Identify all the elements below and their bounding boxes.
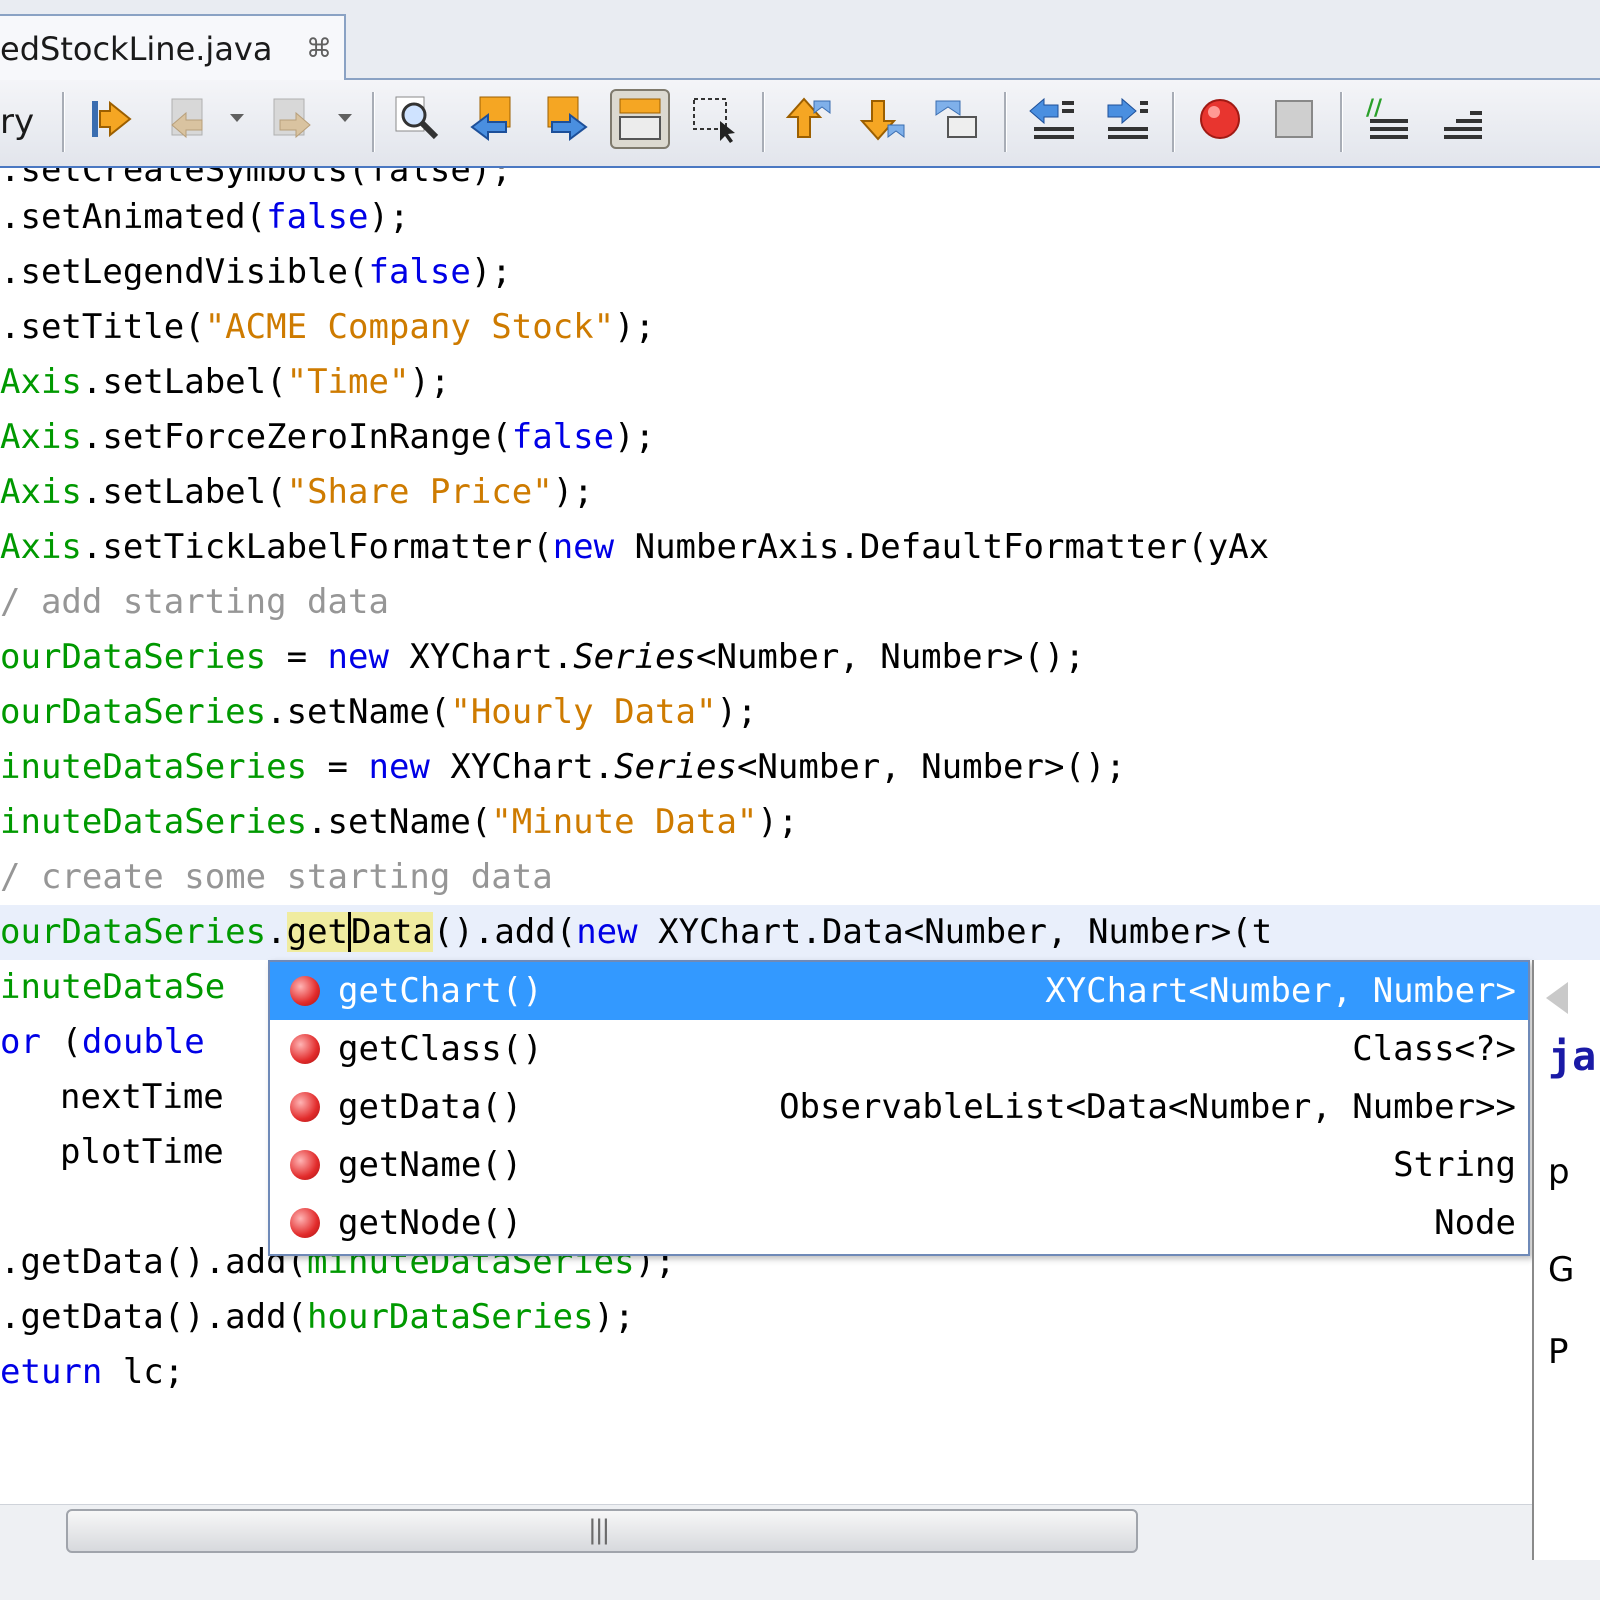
method-icon: [290, 1150, 320, 1180]
grip-icon: |||: [588, 1515, 610, 1545]
completion-item-getchart[interactable]: getChart() XYChart<Number, Number>: [270, 962, 1528, 1020]
code-line[interactable]: Axis.setTickLabelFormatter(new NumberAxi…: [0, 520, 1269, 575]
back-icon[interactable]: [160, 89, 220, 149]
back-dropdown-icon[interactable]: [230, 114, 244, 122]
method-icon: [290, 976, 320, 1006]
start-macro-icon[interactable]: [1190, 89, 1250, 149]
completion-item-getnode[interactable]: getNode() Node: [270, 1194, 1528, 1252]
doc-back-arrow-icon[interactable]: [1546, 982, 1568, 1014]
code-line[interactable]: or (double: [0, 1015, 225, 1070]
comment-icon[interactable]: //: [1358, 89, 1418, 149]
javadoc-panel: ja p G P: [1532, 960, 1600, 1560]
toolbar-history-label[interactable]: ry: [0, 102, 34, 142]
scrollbar-thumb[interactable]: |||: [66, 1509, 1138, 1553]
code-line[interactable]: Axis.setLabel("Share Price");: [0, 465, 594, 520]
editor-tab-bar: edStockLine.java ⌘: [0, 0, 1600, 80]
close-tab-icon[interactable]: ⌘: [306, 34, 332, 64]
code-line[interactable]: ourDataSeries.setName("Hourly Data");: [0, 685, 757, 740]
code-line[interactable]: Axis.setLabel("Time");: [0, 355, 450, 410]
code-line[interactable]: inuteDataSeries = new XYChart.Series<Num…: [0, 740, 1126, 795]
editor-footer: [0, 1560, 1600, 1600]
code-completion-popup: getChart() XYChart<Number, Number> getCl…: [268, 960, 1530, 1256]
last-edit-icon[interactable]: [82, 89, 142, 149]
code-line[interactable]: .getData().add(hourDataSeries);: [0, 1290, 635, 1345]
forward-dropdown-icon[interactable]: [338, 114, 352, 122]
text-caret: Data: [348, 912, 433, 952]
svg-text://: //: [1366, 96, 1383, 121]
previous-bookmark-icon[interactable]: [778, 89, 838, 149]
find-previous-icon[interactable]: [462, 89, 522, 149]
toolbar-separator: [62, 92, 64, 152]
shift-left-icon[interactable]: [1022, 89, 1082, 149]
editor-tab[interactable]: edStockLine.java ⌘: [0, 14, 346, 80]
shift-right-icon[interactable]: [1096, 89, 1156, 149]
method-icon: [290, 1208, 320, 1238]
completion-item-getdata[interactable]: getData() ObservableList<Data<Number, Nu…: [270, 1078, 1528, 1136]
method-icon: [290, 1034, 320, 1064]
code-line[interactable]: inuteDataSeries.setName("Minute Data");: [0, 795, 798, 850]
matched-identifier: get: [286, 912, 349, 952]
code-line[interactable]: nextTime: [60, 1070, 224, 1125]
toolbar-separator: [372, 92, 374, 152]
code-line[interactable]: inuteDataSe: [0, 960, 225, 1015]
horizontal-scrollbar[interactable]: |||: [0, 1504, 1532, 1561]
tab-filename: edStockLine.java: [0, 30, 273, 68]
completion-item-getclass[interactable]: getClass() Class<?>: [270, 1020, 1528, 1078]
code-line-current[interactable]: ourDataSeries.getData().add(new XYChart.…: [0, 905, 1272, 960]
code-comment[interactable]: / add starting data: [0, 575, 389, 630]
completion-item-getname[interactable]: getName() String: [270, 1136, 1528, 1194]
toggle-bookmark-icon[interactable]: [926, 89, 986, 149]
find-icon[interactable]: [388, 89, 448, 149]
find-next-icon[interactable]: [536, 89, 596, 149]
uncomment-icon[interactable]: [1432, 89, 1492, 149]
find-selection-icon[interactable]: [684, 89, 744, 149]
next-bookmark-icon[interactable]: [852, 89, 912, 149]
editor-toolbar: ry //: [0, 80, 1600, 169]
toolbar-separator: [1172, 92, 1174, 152]
toolbar-separator: [1340, 92, 1342, 152]
code-line[interactable]: .setLegendVisible(false);: [0, 245, 512, 300]
code-line[interactable]: .setTitle("ACME Company Stock");: [0, 300, 655, 355]
toggle-highlight-icon[interactable]: [610, 89, 670, 149]
code-line[interactable]: plotTime: [60, 1125, 224, 1180]
code-comment[interactable]: / create some starting data: [0, 850, 553, 905]
stop-macro-icon[interactable]: [1264, 89, 1324, 149]
forward-icon[interactable]: [262, 89, 322, 149]
code-editor[interactable]: .setCreateSymbols(false); .setAnimated(f…: [0, 168, 1600, 1508]
toolbar-separator: [762, 92, 764, 152]
code-line[interactable]: .setAnimated(false);: [0, 190, 409, 245]
code-line[interactable]: ourDataSeries = new XYChart.Series<Numbe…: [0, 630, 1085, 685]
method-icon: [290, 1092, 320, 1122]
code-line[interactable]: eturn lc;: [0, 1345, 184, 1400]
toolbar-separator: [1004, 92, 1006, 152]
code-line[interactable]: Axis.setForceZeroInRange(false);: [0, 410, 655, 465]
